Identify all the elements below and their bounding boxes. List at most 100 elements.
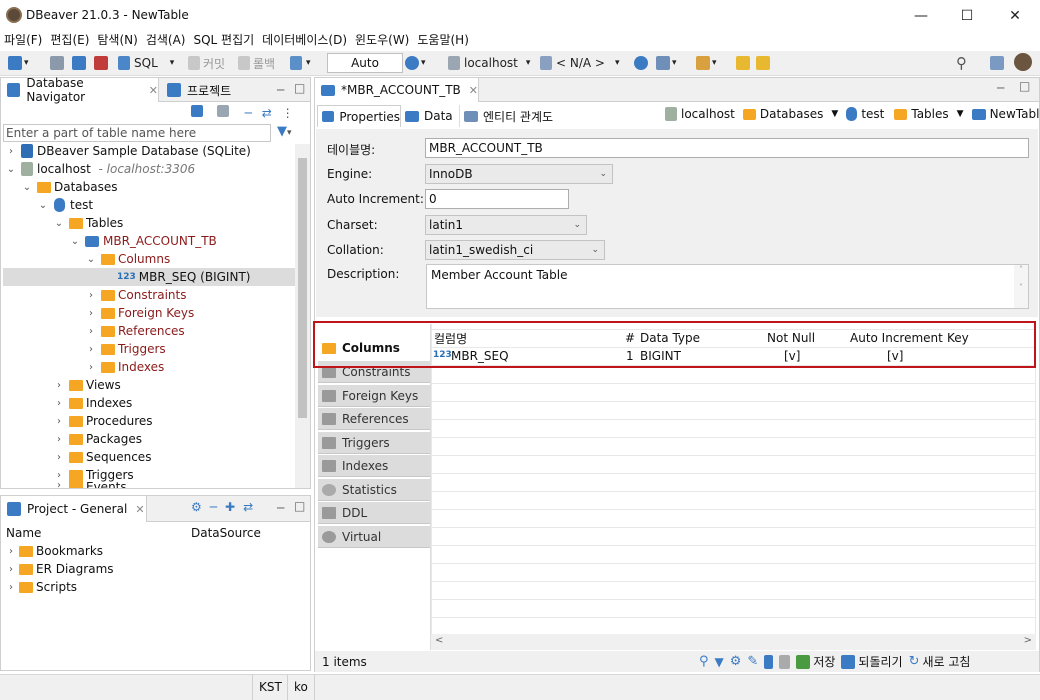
description-textarea[interactable]: Member Account Table ˄ ˅ [426, 264, 1029, 309]
breadcrumb-newtable[interactable]: NewTable [990, 107, 1040, 121]
active-connection-selector[interactable]: localhost ▾ [448, 52, 530, 74]
transaction-mode-button[interactable]: ▾ [290, 52, 311, 74]
menu-window[interactable]: 윈도우(W) [351, 31, 413, 51]
tree-item-procedures[interactable]: › Procedures [53, 412, 153, 430]
search-button[interactable]: ⚲ [956, 52, 967, 74]
tab-database-navigator[interactable]: Database Navigator ✕ [1, 76, 159, 104]
tools-button[interactable]: ▾ [696, 52, 717, 74]
delete-icon[interactable] [779, 654, 791, 669]
side-tab-references[interactable]: References [318, 408, 430, 430]
table-name-input[interactable]: MBR_ACCOUNT_TB [425, 138, 1029, 158]
project-item-er-diagrams[interactable]: › ER Diagrams [5, 560, 114, 578]
connect-button[interactable] [50, 52, 64, 74]
tree-item-column[interactable]: 123 MBR_SEQ (BIGINT) [117, 268, 250, 286]
tree-item-test[interactable]: ⌄ test [37, 196, 93, 214]
tree-item-triggers[interactable]: › Triggers [85, 340, 166, 358]
menu-database[interactable]: 데이터베이스(D) [258, 31, 351, 51]
side-tab-triggers[interactable]: Triggers [318, 432, 430, 454]
history-button[interactable]: ▾ [405, 52, 426, 74]
new-connection-icon[interactable] [191, 105, 203, 117]
project-item-scripts[interactable]: › Scripts [5, 578, 77, 596]
tree-item-localhost[interactable]: ⌄ localhost - localhost:3306 [5, 160, 195, 178]
breadcrumb-dropdown-icon[interactable]: ▼ [957, 109, 964, 119]
engine-select[interactable]: InnoDB ⌄ [425, 164, 613, 184]
add-icon[interactable]: ✚ [225, 500, 235, 514]
new-folder-icon[interactable] [216, 105, 229, 117]
menu-help[interactable]: 도움말(H) [413, 31, 473, 51]
scrollbar-thumb[interactable] [298, 158, 307, 418]
side-tab-statistics[interactable]: Statistics [318, 479, 430, 501]
table-filter-input[interactable]: Enter a part of table name here [3, 124, 271, 142]
forward-button[interactable] [756, 52, 770, 74]
filter-icon[interactable]: ▼▾ [277, 124, 292, 139]
refresh-button[interactable]: ↻ 새로 고침 [909, 653, 971, 670]
collation-select[interactable]: latin1_swedish_ci ⌄ [425, 240, 605, 260]
minimize-editor-icon[interactable]: ─ [997, 81, 1004, 95]
menu-search[interactable]: 검색(A) [142, 31, 190, 51]
minimize-panel-icon[interactable]: ─ [277, 83, 284, 97]
maximize-editor-icon[interactable]: □ [1019, 79, 1030, 93]
new-connection-button[interactable]: ▾ [8, 52, 29, 74]
collapse-icon[interactable]: ─ [210, 500, 217, 514]
charset-select[interactable]: latin1 ⌄ [425, 215, 587, 235]
tree-item-views[interactable]: › Views [53, 376, 121, 394]
er-diagram-button[interactable]: ▾ [656, 52, 677, 74]
scroll-left-icon[interactable]: < [435, 635, 443, 646]
gear-icon[interactable]: ⚙ [191, 500, 202, 514]
search-icon[interactable]: ⚲ [699, 654, 709, 669]
dashboard-button[interactable] [634, 52, 648, 74]
column-datasource-header[interactable]: DataSource [191, 526, 261, 540]
tree-item-references[interactable]: › References [85, 322, 185, 340]
tree-item-constraints[interactable]: › Constraints [85, 286, 186, 304]
breadcrumb-tables[interactable]: Tables [911, 107, 948, 121]
rollback-button[interactable]: 롤백 [238, 52, 275, 74]
breadcrumb-localhost[interactable]: localhost [681, 107, 735, 121]
tree-item-columns[interactable]: ⌄ Columns [85, 250, 170, 268]
tree-item-tables[interactable]: ⌄ Tables [53, 214, 124, 232]
save-button[interactable]: 저장 [796, 653, 835, 670]
tree-item-table[interactable]: ⌄ MBR_ACCOUNT_TB [69, 232, 217, 250]
close-button[interactable]: ✕ [992, 0, 1038, 31]
tree-item-indexes-db[interactable]: › Indexes [53, 394, 132, 412]
description-scrollbar[interactable]: ˄ ˅ [1014, 265, 1028, 308]
project-item-bookmarks[interactable]: › Bookmarks [5, 542, 103, 560]
tab-projects[interactable]: 프로젝트 [163, 78, 271, 102]
tree-item-events[interactable]: › Events [53, 480, 127, 488]
perspective-button[interactable] [990, 52, 1004, 74]
minimize-button[interactable]: — [898, 0, 944, 31]
side-tab-ddl[interactable]: DDL [318, 502, 430, 524]
view-menu-icon[interactable]: ⋮ [282, 106, 294, 120]
revert-button[interactable]: 되돌리기 [841, 653, 903, 670]
close-tab-icon[interactable]: ✕ [469, 84, 478, 97]
invalidate-button[interactable] [72, 52, 86, 74]
subtab-properties[interactable]: Properties [317, 105, 401, 127]
edit-icon[interactable]: ✎ [747, 654, 758, 669]
menu-file[interactable]: 파일(F) [0, 31, 46, 51]
filter-icon[interactable]: ▼ [715, 655, 724, 669]
side-tab-foreign-keys[interactable]: Foreign Keys [318, 385, 430, 407]
link-icon[interactable]: ⇄ [243, 500, 253, 514]
tree-item-packages[interactable]: › Packages [53, 430, 142, 448]
subtab-er-diagram[interactable]: 엔티티 관계도 [459, 105, 553, 127]
tree-item-foreign-keys[interactable]: › Foreign Keys [85, 304, 194, 322]
breadcrumb-databases[interactable]: Databases [760, 107, 824, 121]
disconnect-button[interactable] [94, 52, 108, 74]
tab-project-general[interactable]: Project - General ✕ [1, 496, 147, 522]
breadcrumb-test[interactable]: test [861, 107, 884, 121]
column-name-header[interactable]: Name [6, 526, 41, 540]
navigator-scrollbar[interactable] [295, 144, 310, 488]
menu-navigate[interactable]: 탐색(N) [93, 31, 141, 51]
tree-item-sequences[interactable]: › Sequences [53, 448, 151, 466]
maximize-panel-icon[interactable]: □ [294, 81, 305, 95]
grid-horizontal-scrollbar[interactable]: < > [431, 634, 1036, 650]
close-tab-icon[interactable]: ✕ [149, 84, 158, 97]
scroll-right-icon[interactable]: > [1024, 635, 1032, 646]
commit-button[interactable]: 커밋 [188, 52, 225, 74]
menu-sql-editor[interactable]: SQL 편집기 [189, 31, 258, 51]
collapse-all-icon[interactable]: ─ [245, 106, 252, 120]
sql-editor-button[interactable]: SQL ▾ [118, 52, 174, 74]
side-tab-indexes[interactable]: Indexes [318, 455, 430, 477]
add-column-icon[interactable] [764, 654, 774, 669]
tree-item-indexes[interactable]: › Indexes [85, 358, 164, 376]
active-schema-selector[interactable]: < N/A > ▾ [540, 52, 620, 74]
